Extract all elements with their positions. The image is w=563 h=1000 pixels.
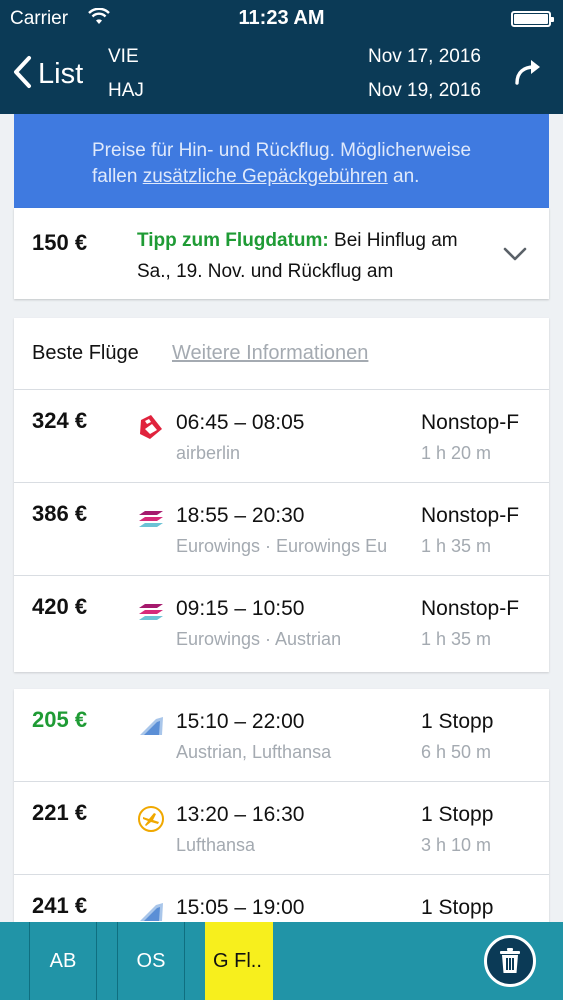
flight-stops: Nonstop-F xyxy=(421,411,520,434)
banner-line-2: fallen zusätzliche Gepäckgebühren an. xyxy=(92,164,529,190)
clock: 11:23 AM xyxy=(238,7,325,29)
best-flights-header: Beste Flüge Weitere Informationen xyxy=(14,318,549,390)
flight-stops: 1 Stopp xyxy=(421,710,494,733)
share-arrow-icon xyxy=(511,60,547,96)
outbound-date: Nov 17, 2016 xyxy=(367,46,481,67)
flight-duration: 1 h 35 m xyxy=(421,536,492,556)
filter-chip-ab[interactable]: AB xyxy=(29,922,97,1000)
destination-airport: HAJ xyxy=(108,80,144,101)
flight-times: 06:45 – 08:05 xyxy=(176,411,305,434)
chevron-down-icon[interactable] xyxy=(501,242,529,266)
chevron-left-icon xyxy=(12,55,32,94)
flight-duration: 1 h 20 m xyxy=(421,443,492,463)
tip-price: 150 € xyxy=(32,230,88,255)
best-flights-card: Beste Flüge Weitere Informationen 324 € … xyxy=(14,318,549,672)
flight-stops: 1 Stopp xyxy=(421,803,494,826)
flight-times: 18:55 – 20:30 xyxy=(176,504,305,527)
flight-airline: airberlin xyxy=(176,443,241,463)
flight-price: 221 € xyxy=(32,800,88,825)
flight-price: 241 € xyxy=(32,893,88,918)
flight-price: 324 € xyxy=(32,408,88,433)
austrian-logo-icon xyxy=(136,711,166,741)
return-date: Nov 19, 2016 xyxy=(367,80,481,101)
flight-airline: Austrian, Lufthansa xyxy=(176,742,332,762)
flight-times: 09:15 – 10:50 xyxy=(176,597,305,620)
flight-price: 386 € xyxy=(32,501,88,526)
filter-bar: AB OS G Fl.. xyxy=(0,922,563,1000)
banner-text: an. xyxy=(387,166,420,187)
flight-airline: Eurowings · Austrian xyxy=(176,629,342,649)
flight-row[interactable]: 386 € 18:55 – 20:30 Eurowings · Eurowing… xyxy=(14,483,549,576)
price-info-banner: Preise für Hin- und Rückflug. Möglicherw… xyxy=(14,114,549,208)
flight-row[interactable]: 205 € 15:10 – 22:00 Austrian, Lufthansa … xyxy=(14,689,549,782)
flight-price: 205 € xyxy=(32,707,88,732)
flight-times: 15:05 – 19:00 xyxy=(176,896,305,919)
flight-stops: 1 Stopp xyxy=(421,896,494,919)
banner-line-1: Preise für Hin- und Rückflug. Möglicherw… xyxy=(92,140,472,161)
flight-row[interactable]: 420 € 09:15 – 10:50 Eurowings · Austrian… xyxy=(14,576,549,669)
navigation-bar: List VIE HAJ Nov 17, 2016 Nov 19, 2016 xyxy=(0,38,563,114)
battery-icon xyxy=(511,11,554,27)
back-button[interactable]: List xyxy=(12,52,83,96)
flight-stops: Nonstop-F xyxy=(421,597,520,620)
banner-text: fallen xyxy=(92,166,143,187)
back-label: List xyxy=(38,57,84,90)
flight-duration: 3 h 10 m xyxy=(421,835,492,855)
flight-duration: 6 h 50 m xyxy=(421,742,492,762)
status-bar: Carrier 11:23 AM xyxy=(0,0,563,38)
flight-duration: 1 h 35 m xyxy=(421,629,492,649)
eurowings-logo-icon xyxy=(136,598,166,628)
flight-stops: Nonstop-F xyxy=(421,504,520,527)
date-tip-card[interactable]: 150 € Tipp zum Flugdatum: Bei Hinflug am… xyxy=(14,208,549,299)
filter-chip-os[interactable]: OS xyxy=(117,922,185,1000)
eurowings-logo-icon xyxy=(136,505,166,535)
tip-heading: Tipp zum Flugdatum: xyxy=(137,230,329,251)
origin-airport: VIE xyxy=(108,46,139,67)
flight-price: 420 € xyxy=(32,594,88,619)
share-button[interactable] xyxy=(511,56,547,92)
flight-row[interactable]: 324 € 06:45 – 08:05 airberlin Nonstop-F … xyxy=(14,390,549,483)
flight-airline: Lufthansa xyxy=(176,835,256,855)
filter-chip-active[interactable]: G Fl.. xyxy=(205,922,273,1000)
flight-row[interactable]: 221 € 13:20 – 16:30 Lufthansa 1 Stopp 3 … xyxy=(14,782,549,875)
more-info-link[interactable]: Weitere Informationen xyxy=(172,342,368,365)
lufthansa-logo-icon xyxy=(136,804,166,834)
flights-list-card: 205 € 15:10 – 22:00 Austrian, Lufthansa … xyxy=(14,689,549,929)
best-flights-title: Beste Flüge xyxy=(32,342,139,364)
airberlin-logo-icon xyxy=(136,412,166,442)
flight-airline: Eurowings · Eurowings Eu xyxy=(176,536,388,556)
clear-filters-button[interactable] xyxy=(484,935,536,987)
baggage-fees-link[interactable]: zusätzliche Gepäckgebühren xyxy=(143,166,388,187)
flight-times: 13:20 – 16:30 xyxy=(176,803,305,826)
flight-times: 15:10 – 22:00 xyxy=(176,710,305,733)
tip-text: Tipp zum Flugdatum: Bei Hinflug am Sa., … xyxy=(137,225,477,287)
